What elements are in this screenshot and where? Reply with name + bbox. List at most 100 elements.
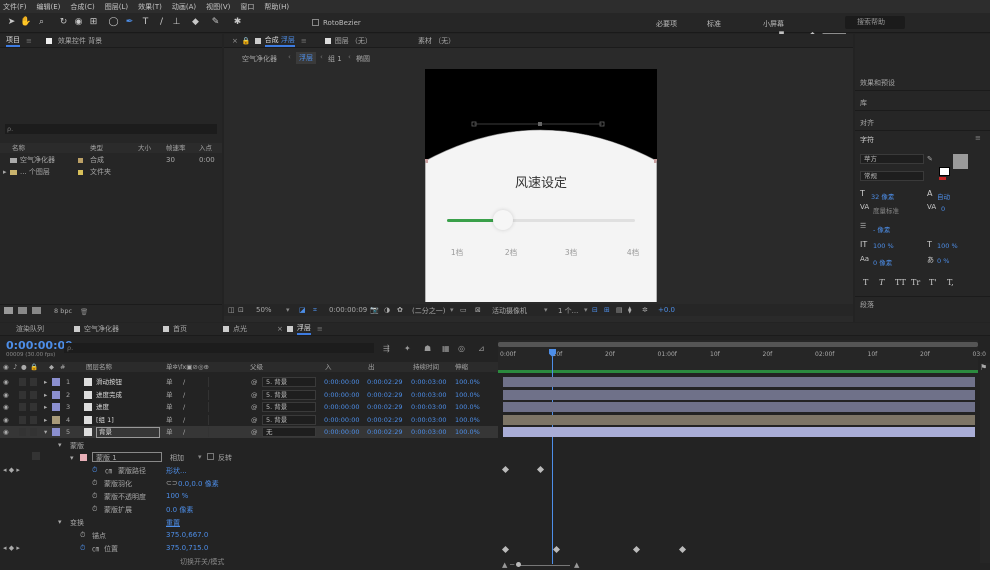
show-snapshot-icon[interactable]: ◑ (384, 306, 390, 314)
transform-group[interactable]: 变换 (70, 518, 84, 528)
draft-3d-icon[interactable]: ✦ (404, 344, 411, 353)
layer-name[interactable]: 背景 (96, 427, 160, 438)
lock-box[interactable] (30, 403, 37, 411)
quality-switch-icon[interactable]: / (183, 401, 185, 413)
stroke-color-swatch[interactable] (939, 167, 950, 176)
mask-name-field[interactable]: 蒙版 1 (92, 452, 162, 462)
menu-item[interactable]: 文件(F) (3, 2, 27, 12)
speed-slider-track[interactable] (447, 219, 635, 222)
menu-item[interactable]: 帮助(H) (264, 2, 289, 12)
type-tool-icon[interactable]: T (140, 17, 151, 28)
roi-icon[interactable]: ▭ (460, 306, 467, 314)
library-item[interactable]: 库 (860, 98, 867, 108)
work-area-bar[interactable] (498, 342, 978, 347)
stopwatch-icon[interactable]: ⏱ (80, 544, 85, 553)
stroke-width-value[interactable]: - 像素 (873, 224, 890, 234)
solo-box[interactable] (19, 378, 26, 386)
quality-switch-icon[interactable]: / (183, 426, 185, 438)
lock-box[interactable] (30, 390, 37, 399)
fast-preview-icon[interactable]: ⊞ (604, 306, 610, 314)
layer-duration[interactable]: 0:00:03:00 (411, 414, 447, 426)
layer-out[interactable]: 0:00:02:29 (367, 376, 403, 388)
zoom-slider-knob[interactable] (516, 562, 521, 567)
menu-item[interactable]: 图层(L) (105, 2, 128, 12)
col-type[interactable]: 类型 (90, 143, 103, 153)
label-color-swatch[interactable] (52, 378, 60, 386)
expand-arrow-icon[interactable]: ▸ (44, 376, 47, 388)
clone-stamp-tool-icon[interactable]: ⊥ (171, 17, 182, 28)
expand-arrow-icon[interactable]: ▸ (3, 167, 7, 178)
label-icon[interactable]: ◆ (49, 362, 54, 372)
layer-out[interactable]: 0:00:02:29 (367, 389, 403, 401)
number-col[interactable]: # (60, 362, 65, 372)
pickwhip-icon[interactable]: @ (251, 376, 258, 388)
layer-out[interactable]: 0:00:02:29 (367, 401, 403, 413)
visibility-icon[interactable]: ◉ (3, 376, 9, 388)
table-row[interactable]: ◉ ▸ 1 滑动按钮 单 / @ 5. 背景 0:00:00:00 0:00:0… (0, 376, 498, 388)
table-row[interactable]: ◉ ▸ 3 进度 单 / @ 5. 背景 0:00:00:00 0:00:02:… (0, 401, 498, 413)
shy-switch-icon[interactable]: 单 (166, 426, 173, 438)
parent-select[interactable]: 5. 背景 (262, 377, 316, 387)
current-time[interactable]: 0:00:00:09 (329, 306, 367, 314)
timeline-icon[interactable]: ▤ (616, 306, 623, 314)
menu-item[interactable]: 视图(V) (206, 2, 230, 12)
zoom-out-button[interactable]: ─ (510, 561, 514, 569)
zoom-out-icon[interactable]: ▲ (502, 561, 507, 569)
transparency-grid-icon[interactable]: ⊠ (475, 306, 481, 314)
views-select[interactable]: 1 个... (558, 306, 578, 316)
layer-in[interactable]: 0:00:00:00 (324, 389, 360, 401)
keyframe[interactable] (536, 465, 545, 474)
mask-color-swatch[interactable] (80, 454, 87, 461)
paragraph-panel-title[interactable]: 段落 (860, 300, 874, 310)
keyframe[interactable] (501, 545, 510, 554)
resolution-select[interactable]: (二分之一) (412, 306, 445, 316)
faux-italic-button[interactable]: T (879, 278, 895, 287)
shy-switch-icon[interactable]: 单 (166, 401, 173, 413)
layer-stretch[interactable]: 100.0% (455, 401, 480, 413)
layer-name[interactable]: 进度 (96, 401, 109, 413)
lock-icon[interactable]: 🔒 (30, 362, 38, 372)
layer-stretch[interactable]: 100.0% (455, 389, 480, 401)
snapshot-icon[interactable]: 📷 (370, 306, 379, 314)
shy-icon[interactable]: ☗ (424, 344, 431, 353)
new-comp-icon[interactable] (32, 307, 41, 314)
shy-switch-icon[interactable]: 单 (166, 414, 173, 426)
layer-name[interactable]: [组 1] (96, 414, 114, 426)
keyframe-nav-icon[interactable]: ◂ ◆ ▸ (3, 544, 20, 552)
stopwatch-icon[interactable]: ⏱ (92, 492, 97, 501)
position-value[interactable]: 375.0,715.0 (166, 544, 208, 552)
tab-comp[interactable]: 首页 (173, 324, 187, 334)
layer-in[interactable]: 0:00:00:00 (324, 414, 360, 426)
solo-box[interactable] (19, 415, 26, 424)
tab-footage[interactable]: 素材 （无） (418, 36, 455, 46)
col-name[interactable]: 名称 (12, 143, 25, 153)
tab-comp-active[interactable]: 浮层 (296, 323, 311, 335)
tab-render-queue[interactable]: 渲染队列 (16, 324, 44, 334)
timeline-scrollbar[interactable] (980, 363, 990, 563)
solo-box[interactable] (19, 403, 26, 411)
project-search-input[interactable]: ρ. (5, 124, 217, 134)
menu-item[interactable]: 窗口 (240, 2, 254, 12)
brush-tool-icon[interactable]: / (156, 17, 167, 28)
col-stretch[interactable]: 伸缩 (455, 362, 468, 372)
solo-box[interactable] (19, 390, 26, 399)
font-size-value[interactable]: 32 像素 (871, 191, 894, 201)
layer-in[interactable]: 0:00:00:00 (324, 401, 360, 413)
layer-out[interactable]: 0:00:02:29 (367, 426, 403, 438)
tsume-value[interactable]: 0 % (937, 257, 949, 265)
expand-arrow-icon[interactable]: ▸ (44, 401, 47, 413)
keyframe[interactable] (501, 465, 510, 474)
table-row[interactable]: ◉ ▸ 2 进度完成 单 / @ 5. 背景 0:00:00:00 0:00:0… (0, 389, 498, 401)
zoom-select[interactable]: 50% (256, 306, 272, 314)
baseline-value[interactable]: 0 像素 (873, 257, 892, 267)
hand-tool-icon[interactable]: ✋ (20, 17, 31, 28)
menu-item[interactable]: 动画(A) (172, 2, 196, 12)
lock-box[interactable] (30, 428, 37, 436)
all-caps-button[interactable]: TT (895, 278, 911, 287)
close-icon[interactable]: × (232, 37, 238, 45)
timeline-current-time[interactable]: 0:00:00:09 (6, 339, 73, 352)
time-ruler[interactable]: 0:00f 10f 20f 01:00f 10f 20f 02:00f 10f 20f 03:0 (498, 340, 986, 370)
ellipse-tool-icon[interactable]: ◯ (108, 17, 119, 28)
tab-comp[interactable]: 空气净化器 (84, 324, 119, 334)
mask-feather-value[interactable]: 0.0,0.0 像素 (178, 479, 219, 489)
